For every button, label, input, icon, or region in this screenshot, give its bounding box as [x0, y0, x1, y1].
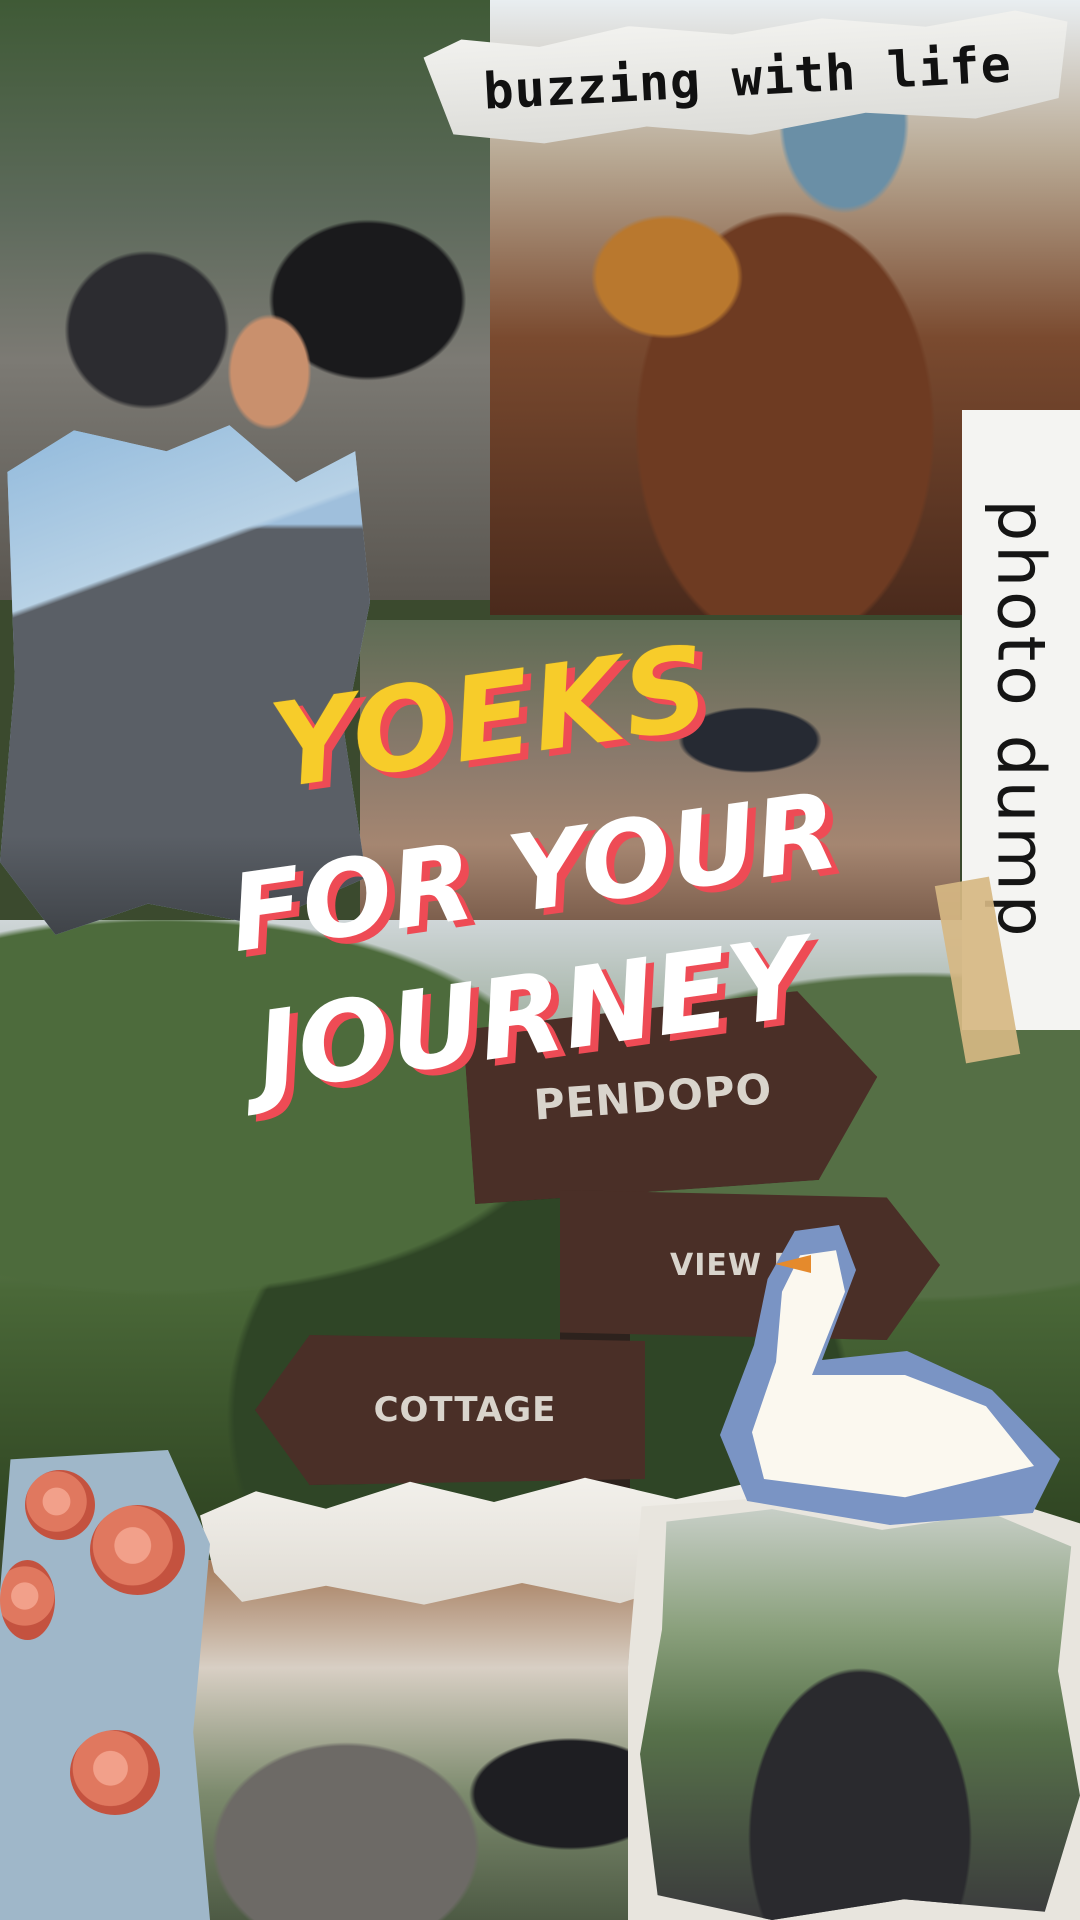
sign-cottage-label: COTTAGE [373, 1390, 557, 1430]
roses-sticker [0, 1450, 210, 1920]
photo-group-temple [150, 1560, 710, 1920]
rose-icon [25, 1470, 95, 1540]
rose-icon [70, 1730, 160, 1815]
rose-icon [0, 1560, 55, 1640]
sign-view: VIEW M [560, 1190, 940, 1340]
buzzing-text: buzzing with life [481, 34, 1014, 121]
photo-dump-label: photo dump [982, 499, 1060, 941]
sign-cottage: COTTAGE [255, 1335, 645, 1485]
photo-group-hill [640, 1509, 1080, 1920]
rose-icon [90, 1505, 185, 1595]
